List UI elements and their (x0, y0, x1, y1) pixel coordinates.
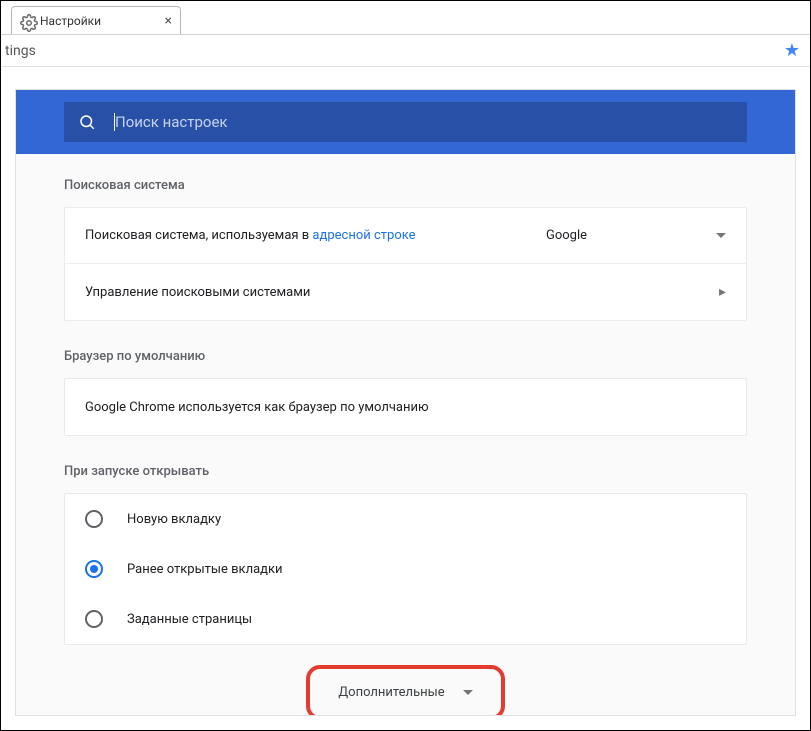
chevron-right-icon: ▸ (719, 284, 726, 300)
radio-option-continue[interactable]: Ранее открытые вкладки (65, 544, 746, 594)
settings-body: Поисковая система Поисковая система, исп… (16, 154, 795, 715)
section-title-on-startup: При запуске открывать (64, 464, 747, 479)
address-bar-link[interactable]: адресной строке (312, 228, 415, 243)
card-search-engine: Поисковая система, используемая в адресн… (64, 207, 747, 321)
row-default-browser: Google Chrome используется как браузер п… (65, 379, 746, 435)
section-title-search-engine: Поисковая система (64, 178, 747, 193)
row-label: Поисковая система, используемая в адресн… (85, 228, 546, 243)
search-input[interactable]: Поиск настроек (64, 102, 747, 142)
tab-title: Настройки (40, 14, 101, 28)
close-icon[interactable]: × (165, 14, 172, 28)
radio-label: Новую вкладку (127, 512, 221, 527)
row-label: Управление поисковыми системами (85, 285, 719, 300)
section-title-default-browser: Браузер по умолчанию (64, 349, 747, 364)
row-manage-search-engines[interactable]: Управление поисковыми системами ▸ (65, 264, 746, 320)
search-placeholder: Поиск настроек (115, 113, 228, 131)
settings-content: Поиск настроек Поисковая система Поисков… (15, 89, 796, 716)
radio-option-new-tab[interactable]: Новую вкладку (65, 494, 746, 544)
tab-strip: Настройки × (1, 1, 810, 35)
gear-icon (20, 14, 34, 28)
radio-label: Ранее открытые вкладки (127, 562, 283, 577)
row-label: Google Chrome используется как браузер п… (85, 400, 726, 415)
chevron-down-icon (463, 690, 473, 695)
dropdown-value: Google (546, 228, 587, 243)
radio-icon (85, 610, 103, 628)
card-default-browser: Google Chrome используется как браузер п… (64, 378, 747, 436)
search-engine-dropdown[interactable]: Google (546, 228, 726, 243)
advanced-button[interactable]: Дополнительные (318, 675, 492, 710)
radio-option-specific-pages[interactable]: Заданные страницы (65, 594, 746, 644)
url-fragment: tings (5, 43, 36, 59)
radio-icon (85, 510, 103, 528)
advanced-wrap: Дополнительные (64, 675, 747, 710)
advanced-label: Дополнительные (338, 685, 444, 700)
address-bar[interactable]: tings ★ (1, 35, 810, 67)
card-on-startup: Новую вкладку Ранее открытые вкладки Зад… (64, 493, 747, 645)
row-search-engine-selector[interactable]: Поисковая система, используемая в адресн… (65, 208, 746, 264)
chevron-down-icon (716, 233, 726, 238)
search-header: Поиск настроек (16, 90, 795, 154)
radio-icon (85, 560, 103, 578)
bookmark-star-icon[interactable]: ★ (784, 40, 800, 61)
search-icon (78, 113, 96, 131)
radio-label: Заданные страницы (127, 612, 252, 627)
browser-tab-settings[interactable]: Настройки × (11, 6, 181, 34)
